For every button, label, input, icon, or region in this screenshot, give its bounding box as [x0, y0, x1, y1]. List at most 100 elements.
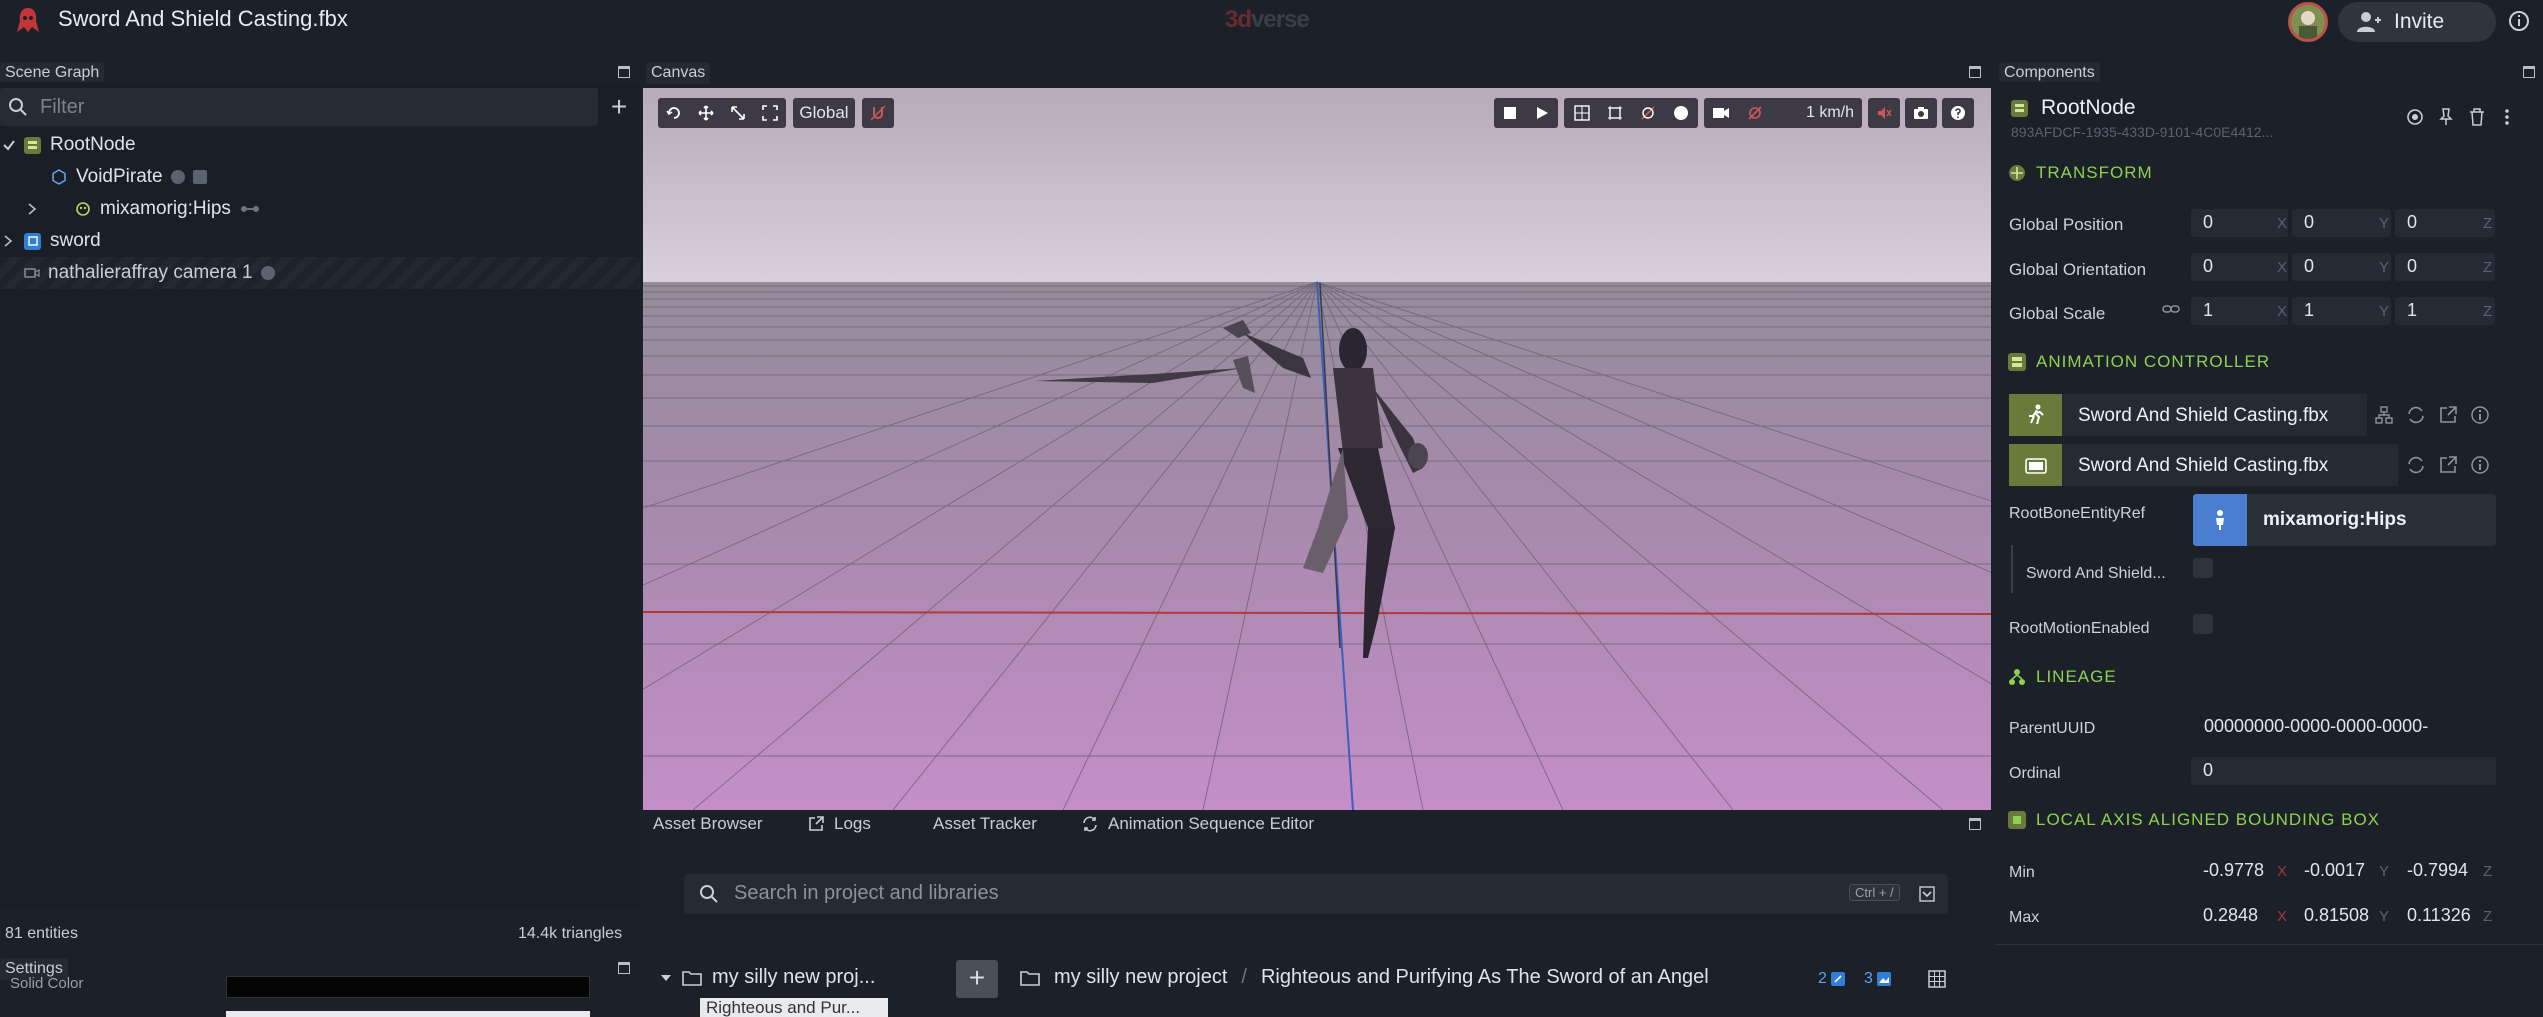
camera-speed-off-icon[interactable]	[1738, 105, 1772, 121]
info-icon[interactable]	[2471, 456, 2489, 474]
tab-animation-sequence-editor[interactable]: Animation Sequence Editor	[1082, 814, 1314, 834]
tree-row-camera[interactable]: nathalieraffray camera 1	[0, 257, 640, 289]
bbox-section-header[interactable]: LOCAL AXIS ALIGNED BOUNDING BOX	[2008, 810, 2380, 830]
filter-box[interactable]	[0, 88, 598, 126]
screenshot-icon[interactable]	[1905, 98, 1937, 128]
lineage-section-header[interactable]: LINEAGE	[2008, 667, 2117, 687]
grid-view-icon[interactable]	[1928, 970, 1946, 988]
scale-icon[interactable]	[722, 105, 754, 121]
mute-icon[interactable]	[1868, 98, 1900, 128]
refresh-icon[interactable]	[2407, 456, 2425, 474]
entity-name[interactable]: RootNode	[2041, 96, 2136, 120]
3d-viewport[interactable]	[643, 88, 1991, 810]
tree-row-sword[interactable]: sword	[0, 225, 640, 257]
bounding-box-icon[interactable]	[1598, 105, 1631, 121]
shading-icon[interactable]	[1664, 105, 1697, 121]
trash-icon[interactable]	[2469, 108, 2485, 126]
tab-canvas[interactable]: Canvas	[646, 62, 711, 84]
root-bone-entity-ref[interactable]: mixamorig:Hips	[2193, 494, 2496, 546]
chevron-down-icon[interactable]	[660, 973, 672, 983]
running-figure-icon	[2009, 394, 2062, 436]
app-logo-icon[interactable]	[12, 4, 44, 36]
global-position-z[interactable]: 0	[2395, 209, 2495, 237]
hierarchy-icon[interactable]	[2375, 406, 2393, 424]
tab-components[interactable]: Components	[1999, 62, 2100, 84]
filter-input[interactable]: Filter	[40, 96, 84, 119]
target-icon[interactable]	[2406, 108, 2424, 126]
skeleton-asset-name: Sword And Shield Casting.fbx	[2062, 444, 2398, 486]
tab-scene-graph[interactable]: Scene Graph	[0, 62, 105, 84]
bbox-min-x[interactable]: -0.9778	[2191, 857, 2281, 885]
root-motion-checkbox[interactable]	[2193, 614, 2213, 634]
tab-asset-browser[interactable]: Asset Browser	[653, 814, 763, 834]
tab-label: Animation Sequence Editor	[1108, 814, 1315, 833]
bbox-min-y[interactable]: -0.0017	[2292, 857, 2382, 885]
info-icon[interactable]	[2471, 406, 2489, 424]
maximize-canvas-icon[interactable]	[1969, 66, 1981, 78]
global-orientation-y[interactable]: 0	[2292, 253, 2391, 281]
play-icon[interactable]	[1526, 106, 1558, 120]
filter-toggle-icon[interactable]	[1919, 886, 1935, 902]
invite-button[interactable]: Invite	[2338, 2, 2496, 42]
transform-section-header[interactable]: TRANSFORM	[2008, 163, 2153, 183]
maximize-components-icon[interactable]	[2523, 66, 2535, 78]
external-link-icon[interactable]	[2439, 406, 2457, 424]
folder-tree-item[interactable]: my silly new proj...	[660, 966, 875, 989]
global-scale-x[interactable]: 1	[2191, 297, 2288, 325]
tree-row-rootnode[interactable]: RootNode	[0, 129, 640, 161]
skeleton-asset-row[interactable]: Sword And Shield Casting.fbx	[2009, 444, 2398, 486]
axis-z-label: Z	[2483, 259, 2493, 276]
bbox-max-y[interactable]: 0.81508	[2292, 902, 2382, 930]
global-position-y[interactable]: 0	[2292, 209, 2391, 237]
add-asset-button[interactable]: +	[956, 960, 998, 998]
video-camera-icon[interactable]	[1704, 106, 1738, 120]
animation-controller-section-header[interactable]: ANIMATION CONTROLLER	[2008, 352, 2270, 372]
gizmo-off-icon[interactable]	[1631, 105, 1664, 121]
ordinal-field[interactable]: 0	[2191, 757, 2496, 785]
tab-logs[interactable]: Logs	[808, 814, 871, 834]
root-bone-label: RootBoneEntityRef	[2009, 505, 2146, 522]
tree-row-mixamorig-hips[interactable]: mixamorig:Hips	[0, 193, 640, 225]
more-options-icon[interactable]	[2504, 108, 2510, 126]
image-count-badge[interactable]: 3	[1864, 970, 1891, 988]
solid-color-swatch[interactable]	[226, 976, 590, 998]
material-icon	[192, 170, 207, 184]
global-orientation-z[interactable]: 0	[2395, 253, 2495, 281]
maximize-asset-browser-icon[interactable]	[1969, 818, 1981, 830]
info-icon[interactable]	[2506, 8, 2532, 34]
tab-asset-tracker[interactable]: Asset Tracker	[933, 814, 1037, 834]
chevron-right-icon[interactable]	[24, 201, 40, 217]
pin-icon[interactable]	[2438, 108, 2454, 126]
help-icon[interactable]	[1942, 98, 1974, 128]
global-position-x[interactable]: 0	[2191, 209, 2288, 237]
link-icon[interactable]	[2162, 302, 2180, 316]
fit-icon[interactable]	[754, 105, 786, 121]
magnet-off-icon[interactable]	[862, 98, 894, 128]
maximize-settings-icon[interactable]	[618, 962, 630, 974]
space-toggle-button[interactable]: Global	[793, 98, 855, 128]
global-orientation-x[interactable]: 0	[2191, 253, 2288, 281]
external-link-icon[interactable]	[2439, 456, 2457, 474]
breadcrumb-project[interactable]: my silly new project	[1054, 966, 1227, 989]
user-avatar[interactable]	[2288, 2, 2328, 42]
global-scale-z[interactable]: 1	[2395, 297, 2495, 325]
refresh-icon[interactable]	[2407, 406, 2425, 424]
color-input-edge[interactable]	[226, 1011, 590, 1017]
bbox-max-x[interactable]: 0.2848	[2191, 902, 2281, 930]
bbox-max-z[interactable]: 0.11326	[2395, 902, 2485, 930]
animation-asset-row[interactable]: Sword And Shield Casting.fbx	[2009, 394, 2367, 436]
sub-entity-checkbox[interactable]	[2193, 558, 2213, 578]
bbox-min-z[interactable]: -0.7994	[2395, 857, 2485, 885]
breadcrumb-folder[interactable]: Righteous and Purifying As The Sword of …	[1261, 966, 1709, 989]
scene-count-badge[interactable]: 2	[1818, 970, 1845, 988]
grid-icon[interactable]	[1565, 105, 1598, 121]
asset-search-input[interactable]: Search in project and libraries	[734, 882, 999, 905]
tree-row-voidpirate[interactable]: VoidPirate	[0, 161, 640, 193]
move-icon[interactable]	[690, 105, 722, 121]
chevron-right-icon[interactable]	[0, 233, 16, 249]
stop-icon[interactable]	[1494, 107, 1526, 119]
global-scale-y[interactable]: 1	[2292, 297, 2391, 325]
rotate-icon[interactable]	[658, 105, 690, 121]
maximize-scene-graph-icon[interactable]	[618, 66, 630, 78]
add-node-button[interactable]: +	[604, 93, 634, 124]
